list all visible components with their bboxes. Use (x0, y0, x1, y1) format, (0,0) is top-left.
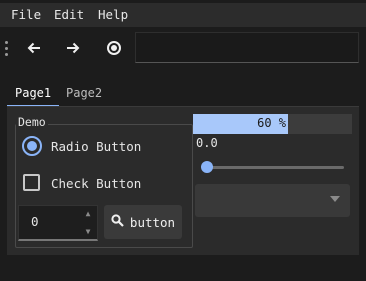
spinbox[interactable]: 0 ▲ ▼ (18, 205, 98, 241)
toolbar-line-edit[interactable] (135, 32, 359, 63)
arrow-right-icon[interactable] (63, 38, 83, 58)
slider-value-label: 0.0 (196, 136, 218, 150)
grip-icon[interactable] (5, 41, 9, 57)
combo-box[interactable] (195, 184, 350, 217)
check-button-label[interactable]: Check Button (51, 176, 141, 191)
progress-bar: 60 % (193, 114, 352, 134)
menu-file[interactable]: File (11, 3, 41, 27)
menu-bar: File Edit Help (0, 3, 366, 27)
search-icon (111, 214, 124, 230)
menu-help[interactable]: Help (98, 3, 128, 27)
menu-edit[interactable]: Edit (54, 3, 84, 27)
search-button[interactable]: button (104, 205, 182, 239)
check-button[interactable] (23, 174, 40, 191)
tab-page2[interactable]: Page2 (58, 82, 110, 106)
tab-page1[interactable]: Page1 (7, 82, 60, 107)
slider-track[interactable] (204, 166, 344, 169)
progress-text: 60 % (257, 116, 286, 130)
spinbox-value[interactable]: 0 (31, 214, 39, 229)
toolbar (0, 29, 366, 67)
slider-handle[interactable] (201, 161, 213, 173)
chevron-down-icon[interactable] (330, 196, 340, 202)
spin-up-icon[interactable]: ▲ (83, 208, 93, 218)
spin-down-icon[interactable]: ▼ (83, 226, 93, 236)
search-button-label: button (129, 214, 176, 230)
groupbox-title: Demo (16, 115, 48, 129)
radio-button[interactable] (22, 136, 42, 156)
radio-record-icon[interactable] (104, 38, 124, 58)
arrow-left-icon[interactable] (24, 38, 44, 58)
radio-button-label[interactable]: Radio Button (51, 139, 141, 154)
